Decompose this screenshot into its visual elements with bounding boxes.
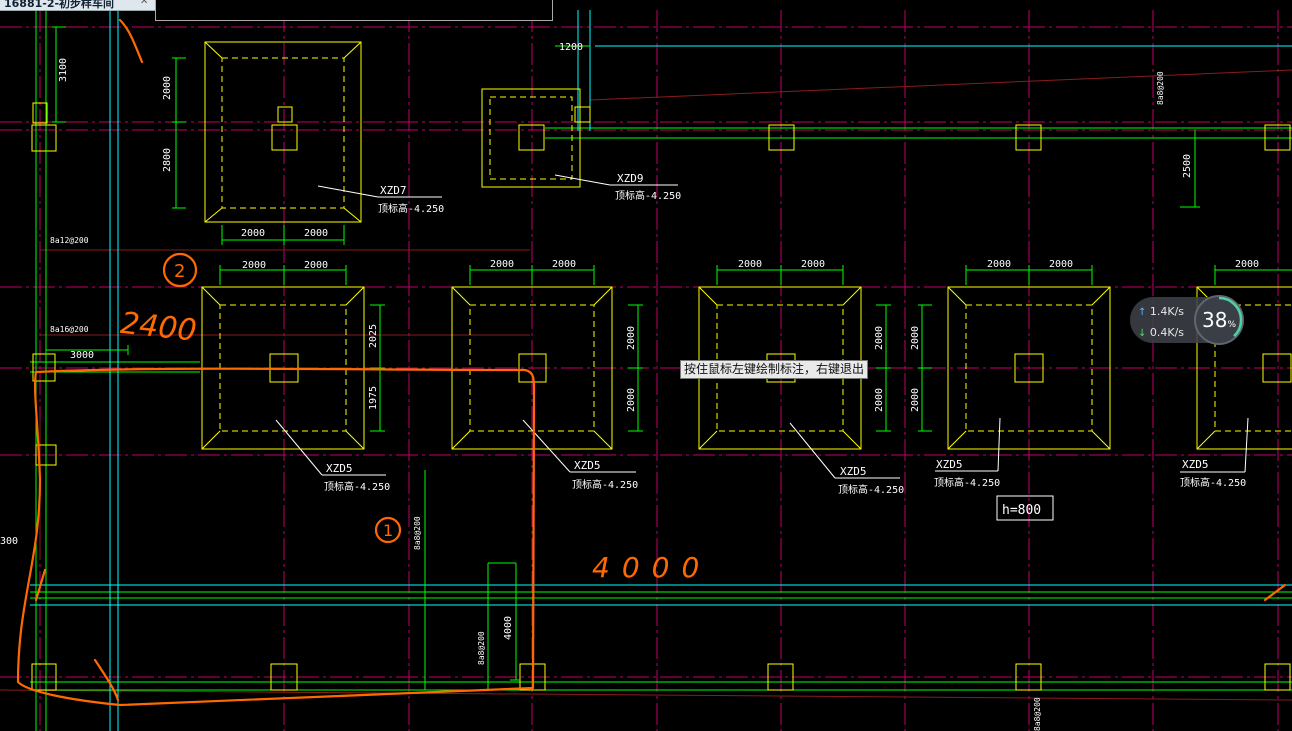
axis-lines xyxy=(0,10,1292,731)
rebar-text: 8a8@200 xyxy=(1033,697,1042,731)
dim-text: 2000 xyxy=(1049,259,1073,270)
cap-label: XZD7 xyxy=(380,184,407,197)
dim-text: 2000 xyxy=(1235,259,1259,270)
markup-number: 2400 xyxy=(119,306,199,349)
cap-label: XZD5 xyxy=(840,465,867,478)
cap-elev: 顶标高-4.250 xyxy=(378,202,444,215)
close-icon[interactable]: ✕ xyxy=(140,0,148,7)
cap-elev: 顶标高-4.250 xyxy=(324,480,390,493)
dim-text: 2000 xyxy=(304,260,328,271)
dim-text: 2000 xyxy=(987,259,1011,270)
dim-text: 2000 xyxy=(738,259,762,270)
cap-elev: 顶标高-4.250 xyxy=(1180,476,1246,489)
dim-text: 2000 xyxy=(910,388,921,412)
dim-text: 2000 xyxy=(304,228,328,239)
dim-text: 2000 xyxy=(626,326,637,350)
dim-text: 2000 xyxy=(490,259,514,270)
rebar-text: 8a12@200 xyxy=(50,236,89,245)
cap-label: XZD9 xyxy=(617,172,644,185)
pile-caps xyxy=(201,41,1292,450)
command-tooltip: 按住鼠标左键绘制标注，右键退出 xyxy=(680,360,869,379)
dim-text: 3000 xyxy=(70,350,94,361)
rebar-text: 8a8@200 xyxy=(477,631,486,665)
usage-gauge: 38% xyxy=(1194,295,1244,345)
dim-text: 1200 xyxy=(559,42,583,53)
cap-elev: 顶标高-4.250 xyxy=(615,189,681,202)
markup-annotation xyxy=(16,18,1287,707)
dim-text: 2000 xyxy=(241,228,265,239)
markup-number: 2 xyxy=(174,261,185,282)
height-label: h=800 xyxy=(1002,503,1041,518)
cap-elev: 顶标高-4.250 xyxy=(838,483,904,496)
cap-label: XZD5 xyxy=(1182,458,1209,471)
rebar-text: 8a8@200 xyxy=(1156,71,1165,105)
dim-text: 2000 xyxy=(162,76,173,100)
cap-elev: 顶标高-4.250 xyxy=(572,478,638,491)
rebar-text: 8a8@200 xyxy=(413,516,422,550)
dim-text: 2025 xyxy=(368,324,379,348)
cap-elev: 顶标高-4.250 xyxy=(934,476,1000,489)
cap-label: XZD5 xyxy=(326,462,353,475)
download-speed-value: 0.4K/s xyxy=(1149,326,1185,339)
cap-label: XZD5 xyxy=(574,459,601,472)
leader-lines xyxy=(275,174,1249,479)
label-texts: XZD7 顶标高-4.250 XZD9 顶标高-4.250 XZD5 顶标高-4… xyxy=(324,172,1246,518)
dim-text: 1975 xyxy=(368,386,379,410)
dim-text: 2000 xyxy=(874,388,885,412)
dim-text: 4000 xyxy=(503,616,514,640)
dim-text: 2500 xyxy=(1182,154,1193,178)
tab-title: 16881-2-初步样车间 xyxy=(4,0,115,10)
dim-text: 2000 xyxy=(626,388,637,412)
dim-text: 2000 xyxy=(552,259,576,270)
drawing-tab[interactable]: 16881-2-初步样车间 ✕ xyxy=(0,0,155,11)
usage-percent: 38% xyxy=(1201,308,1236,332)
dimension-lines xyxy=(45,26,1292,690)
markup-number: 4000 xyxy=(592,551,711,584)
cap-label: XZD5 xyxy=(936,458,963,471)
dim-text: 3100 xyxy=(58,58,69,82)
rebar-text: 8a16@200 xyxy=(50,325,89,334)
dim-text: 2000 xyxy=(910,326,921,350)
download-arrow-icon: ↓ xyxy=(1138,328,1147,339)
upload-arrow-icon: ↑ xyxy=(1138,307,1147,318)
network-speed-widget[interactable]: ↑ 1.4K/s ↓ 0.4K/s 38% xyxy=(1130,295,1244,345)
upload-speed: ↑ 1.4K/s xyxy=(1138,305,1184,318)
cad-drawing-canvas[interactable]: 3100 2000 2800 2000 2000 1200 2500 2000 … xyxy=(0,0,1292,731)
dim-text: 2000 xyxy=(242,260,266,271)
dim-text: 2800 xyxy=(162,148,173,172)
markup-number: 1 xyxy=(383,521,393,540)
dim-text: 2000 xyxy=(801,259,825,270)
title-strip xyxy=(155,0,553,21)
dim-text: 300 xyxy=(0,536,18,547)
upload-speed-value: 1.4K/s xyxy=(1149,305,1185,318)
download-speed: ↓ 0.4K/s xyxy=(1138,326,1184,339)
beam-lines xyxy=(30,10,1292,731)
dim-text: 2000 xyxy=(874,326,885,350)
rebar-texts: 8a8@200 8a8@200 8a12@200 8a16@200 8a8@20… xyxy=(50,71,1165,731)
